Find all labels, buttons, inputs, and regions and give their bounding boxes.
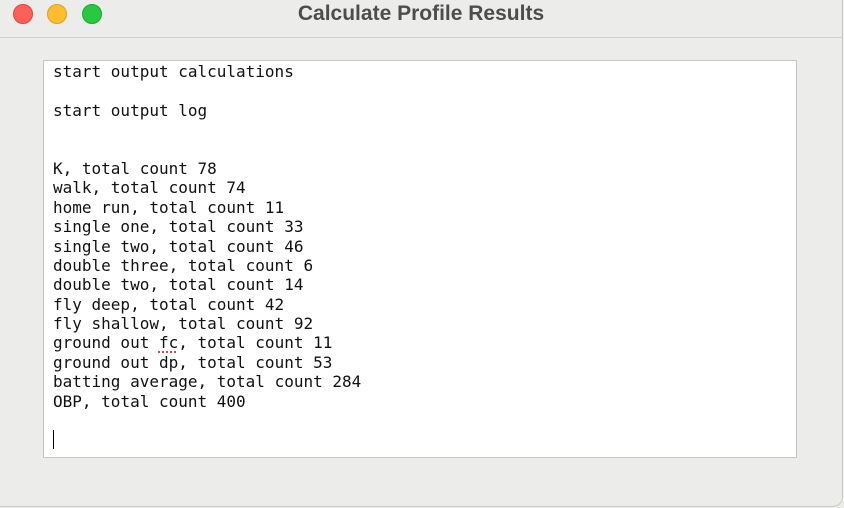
output-calculations-header: start output calculations — [53, 62, 294, 81]
result-line-double-two: double two, total count 14 — [53, 275, 304, 295]
result-line-ground-out-fc: ground out fc, total count 11 — [53, 333, 333, 353]
result-line-single-two: single two, total count 46 — [53, 236, 304, 256]
result-line-fly-deep: fly deep, total count 42 — [53, 294, 285, 314]
text-cursor — [53, 430, 54, 450]
results-window: Calculate Profile Results start output c… — [0, 0, 843, 507]
output-text-area[interactable]: start output calculations start output l… — [43, 60, 797, 458]
result-line-ground-out-dp: ground out dp, total count 53 — [53, 352, 333, 372]
window-title: Calculate Profile Results — [297, 2, 545, 25]
result-line-batting-average: batting average, total count 284 — [53, 372, 362, 392]
cursor-line — [53, 430, 787, 450]
spellcheck-flag: fc — [158, 333, 179, 353]
result-line-double-three: double three, total count 6 — [53, 255, 314, 275]
result-line-fly-shallow: fly shallow, total count 92 — [53, 314, 314, 334]
output-log-header: start output log — [53, 100, 208, 120]
title-bar[interactable]: Calculate Profile Results — [0, 0, 842, 38]
result-line-obp: OBP, total count 400 — [53, 391, 246, 411]
result-line-single-one: single one, total count 33 — [53, 217, 304, 237]
result-line-k: K, total count 78 — [53, 158, 217, 178]
result-line-walk: walk, total count 74 — [53, 178, 246, 198]
result-line-home-run: home run, total count 11 — [53, 197, 285, 217]
